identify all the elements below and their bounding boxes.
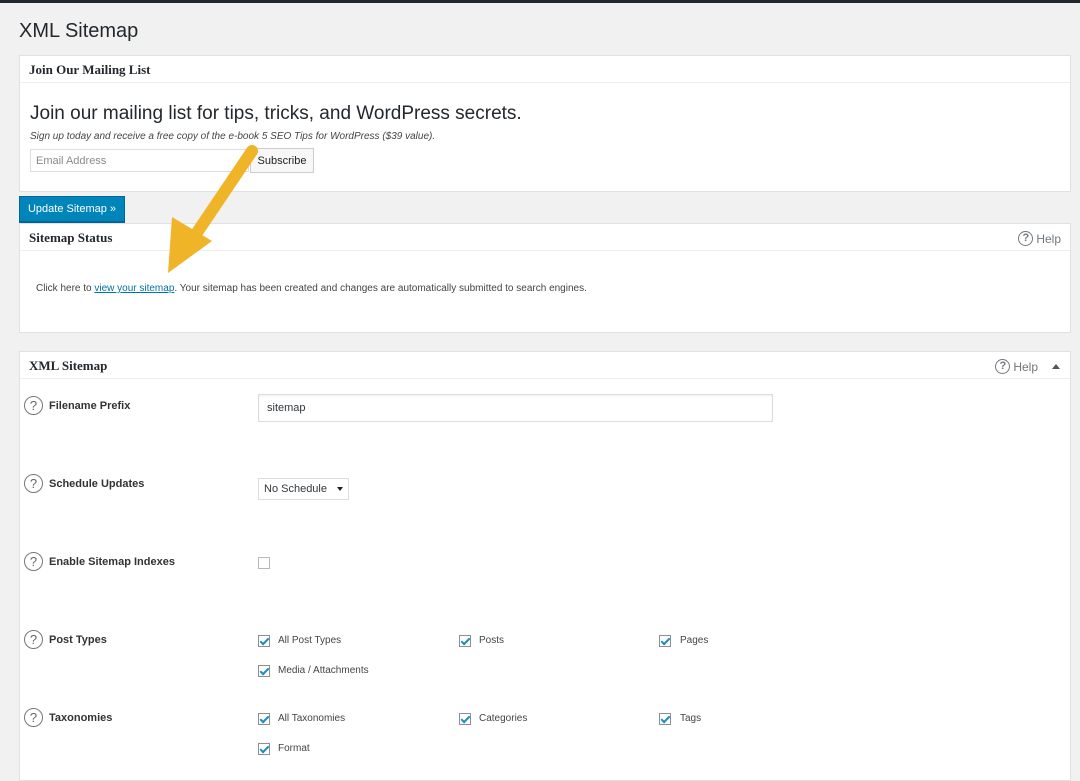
filename-prefix-input[interactable] bbox=[258, 394, 773, 422]
taxonomy-tags-checkbox[interactable] bbox=[659, 713, 671, 725]
help-icon: ? bbox=[995, 359, 1011, 374]
taxonomy-categories-checkbox[interactable] bbox=[459, 713, 471, 725]
help-label: Help bbox=[1013, 359, 1038, 374]
status-help-link[interactable]: ? Help bbox=[1018, 231, 1061, 246]
taxonomy-format-label: Format bbox=[278, 743, 310, 754]
question-icon[interactable]: ? bbox=[24, 474, 43, 493]
taxonomy-all-label: All Taxonomies bbox=[278, 713, 346, 724]
mailing-headline: Join our mailing list for tips, tricks, … bbox=[30, 103, 522, 124]
schedule-selected-value: No Schedule bbox=[264, 483, 327, 495]
post-type-media-checkbox[interactable] bbox=[258, 665, 270, 677]
update-sitemap-button[interactable]: Update Sitemap » bbox=[19, 196, 125, 222]
help-label: Help bbox=[1036, 231, 1061, 246]
post-types-label: Post Types bbox=[49, 634, 107, 646]
mailing-subtext: Sign up today and receive a free copy of… bbox=[30, 131, 436, 142]
post-type-pages-checkbox[interactable] bbox=[659, 635, 671, 647]
mailing-list-box: Join Our Mailing List Join our mailing l… bbox=[19, 55, 1071, 192]
xml-sitemap-title: XML Sitemap bbox=[29, 358, 108, 373]
email-input[interactable] bbox=[30, 149, 249, 172]
sitemap-status-title: Sitemap Status bbox=[29, 230, 113, 245]
post-type-posts-checkbox[interactable] bbox=[459, 635, 471, 647]
collapse-toggle-icon[interactable] bbox=[1052, 364, 1060, 369]
status-text-before: Click here to bbox=[36, 283, 95, 294]
sitemap-status-header: Sitemap Status ? Help bbox=[20, 224, 1070, 251]
post-type-media-label: Media / Attachments bbox=[278, 665, 369, 676]
taxonomy-format-checkbox[interactable] bbox=[258, 743, 270, 755]
taxonomies-label: Taxonomies bbox=[49, 712, 113, 724]
xml-sitemap-box: XML Sitemap ? Help ? Filename Prefix ? S… bbox=[19, 351, 1071, 781]
help-icon: ? bbox=[1018, 231, 1034, 246]
post-type-all-checkbox[interactable] bbox=[258, 635, 270, 647]
xml-sitemap-header: XML Sitemap ? Help bbox=[20, 352, 1070, 379]
filename-prefix-label: Filename Prefix bbox=[49, 400, 131, 412]
dropdown-arrow-icon bbox=[337, 487, 343, 491]
question-icon[interactable]: ? bbox=[24, 708, 43, 727]
sitemap-status-box: Sitemap Status ? Help Click here to view… bbox=[19, 223, 1071, 333]
enable-indexes-label: Enable Sitemap Indexes bbox=[49, 556, 175, 568]
taxonomy-tags-label: Tags bbox=[680, 713, 702, 724]
page-title: XML Sitemap bbox=[19, 20, 139, 42]
view-sitemap-link[interactable]: view your sitemap bbox=[94, 283, 174, 294]
post-type-posts-label: Posts bbox=[479, 635, 505, 646]
schedule-updates-label: Schedule Updates bbox=[49, 478, 145, 490]
status-message: Click here to view your sitemap. Your si… bbox=[36, 283, 587, 294]
post-type-all-label: All Post Types bbox=[278, 635, 342, 646]
post-type-pages-label: Pages bbox=[680, 635, 709, 646]
status-text-after: . Your sitemap has been created and chan… bbox=[174, 283, 587, 294]
schedule-updates-select[interactable]: No Schedule bbox=[258, 478, 349, 500]
subscribe-button[interactable]: Subscribe bbox=[250, 148, 314, 173]
taxonomy-categories-label: Categories bbox=[479, 713, 528, 724]
sitemap-help-link[interactable]: ? Help bbox=[995, 359, 1038, 374]
question-icon[interactable]: ? bbox=[24, 552, 43, 571]
question-icon[interactable]: ? bbox=[24, 630, 43, 649]
taxonomy-all-checkbox[interactable] bbox=[258, 713, 270, 725]
mailing-list-header: Join Our Mailing List bbox=[20, 56, 1070, 83]
question-icon[interactable]: ? bbox=[24, 396, 43, 415]
admin-top-bar bbox=[0, 0, 1080, 3]
enable-indexes-checkbox[interactable] bbox=[258, 557, 270, 569]
mailing-list-title: Join Our Mailing List bbox=[29, 62, 151, 77]
